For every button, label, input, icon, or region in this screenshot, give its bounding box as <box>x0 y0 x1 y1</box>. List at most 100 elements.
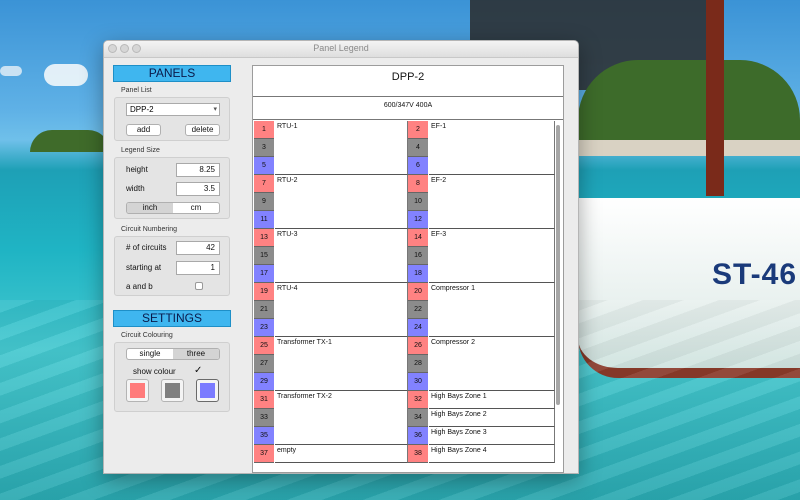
circuit-number: 13 <box>254 229 274 247</box>
circuit-list: 1 3 5 RTU-1 7 9 11 RTU-2 13 15 17 RTU-3 19 21 23 RTU-4 2… <box>253 121 563 472</box>
chevron-down-icon: ▾ <box>213 106 217 113</box>
circuit-number: 21 <box>254 301 274 319</box>
circuit-description[interactable]: High Bays Zone 3 <box>429 427 555 445</box>
num-circuits-field[interactable]: 42 <box>176 241 220 255</box>
circuit-number: 25 <box>254 337 274 355</box>
circuit-description[interactable]: RTU-2 <box>275 175 408 229</box>
a-and-b-checkbox[interactable] <box>195 282 203 290</box>
legend-subtitle: 600/347V 400A <box>253 97 563 120</box>
circuit-description[interactable]: EF-3 <box>429 229 555 283</box>
panel-list-label: Panel List <box>121 87 152 94</box>
cloud-decoration <box>0 66 22 76</box>
shore-decoration <box>578 140 800 156</box>
phase-c-colour-well[interactable] <box>196 379 219 402</box>
circuit-description[interactable]: High Bays Zone 4 <box>429 445 555 463</box>
circuit-number: 11 <box>254 211 274 229</box>
phase-b-colour-well[interactable] <box>161 379 184 402</box>
panel-select-value: DPP-2 <box>130 105 154 114</box>
circuit-description[interactable]: RTU-1 <box>275 121 408 175</box>
panel-list-group: DPP-2 ▾ add delete <box>114 97 230 141</box>
circuit-number: 10 <box>408 193 428 211</box>
circuit-numbering-label: Circuit Numbering <box>121 226 178 233</box>
circuit-number: 24 <box>408 319 428 337</box>
panels-header: PANELS <box>113 65 231 82</box>
settings-header: SETTINGS <box>113 310 231 327</box>
circuit-description[interactable]: High Bays Zone 2 <box>429 409 555 427</box>
island-decoration <box>30 130 110 152</box>
circuit-number: 6 <box>408 157 428 175</box>
circuit-number: 29 <box>254 373 274 391</box>
circuit-number: 9 <box>254 193 274 211</box>
circuit-number: 36 <box>408 427 428 445</box>
starting-at-label: starting at <box>126 263 162 272</box>
circuit-description[interactable]: Compressor 1 <box>429 283 555 337</box>
delete-panel-button[interactable]: delete <box>185 124 220 136</box>
circuit-number: 3 <box>254 139 274 157</box>
circuit-description[interactable]: Transformer TX-1 <box>275 337 408 391</box>
num-circuits-label: # of circuits <box>126 243 167 252</box>
circuit-number: 27 <box>254 355 274 373</box>
circuit-number: 2 <box>408 121 428 139</box>
width-label: width <box>126 184 145 193</box>
legend-scrollbar[interactable] <box>556 125 560 405</box>
trees-decoration <box>578 60 800 152</box>
circuit-description[interactable]: RTU-3 <box>275 229 408 283</box>
circuit-number: 30 <box>408 373 428 391</box>
unit-cm-option[interactable]: cm <box>173 203 219 213</box>
circuit-number: 38 <box>408 445 428 463</box>
circuit-number: 12 <box>408 211 428 229</box>
circuit-number: 35 <box>254 427 274 445</box>
circuit-number: 34 <box>408 409 428 427</box>
circuit-number: 1 <box>254 121 274 139</box>
circuit-description[interactable]: empty <box>275 445 408 463</box>
show-colour-checkbox[interactable]: ✓ <box>194 366 202 376</box>
boat-label: ST-46 <box>712 258 798 291</box>
title-bar[interactable]: Panel Legend <box>104 41 578 58</box>
phase-b-swatch <box>165 383 180 398</box>
circuit-number: 18 <box>408 265 428 283</box>
circuit-description[interactable]: EF-1 <box>429 121 555 175</box>
add-panel-button[interactable]: add <box>126 124 161 136</box>
circuit-description[interactable]: RTU-4 <box>275 283 408 337</box>
colouring-single-option[interactable]: single <box>127 349 173 359</box>
height-field[interactable]: 8.25 <box>176 163 220 177</box>
circuit-colouring-label: Circuit Colouring <box>121 332 173 339</box>
cloud-decoration <box>44 64 88 86</box>
circuit-number: 14 <box>408 229 428 247</box>
circuit-description[interactable]: Compressor 2 <box>429 337 555 391</box>
legend-preview[interactable]: DPP-2 600/347V 400A 1 3 5 RTU-1 7 9 11 RTU-2 13 1… <box>252 65 564 473</box>
phase-c-swatch <box>200 383 215 398</box>
legend-size-label: Legend Size <box>121 147 160 154</box>
legend-title-text: DPP-2 <box>391 71 425 83</box>
colouring-segmented-control[interactable]: single three <box>126 348 220 360</box>
legend-title: DPP-2 <box>253 66 563 97</box>
window-title: Panel Legend <box>313 43 369 53</box>
units-segmented-control[interactable]: inch cm <box>126 202 220 214</box>
colouring-three-option[interactable]: three <box>173 349 219 359</box>
panel-select[interactable]: DPP-2 ▾ <box>126 103 220 116</box>
circuit-number: 23 <box>254 319 274 337</box>
unit-inch-option[interactable]: inch <box>127 203 173 213</box>
phase-a-colour-well[interactable] <box>126 379 149 402</box>
circuit-number: 17 <box>254 265 274 283</box>
circuit-number: 22 <box>408 301 428 319</box>
circuit-description[interactable]: Transformer TX-2 <box>275 391 408 445</box>
circuit-number: 15 <box>254 247 274 265</box>
starting-at-field[interactable]: 1 <box>176 261 220 275</box>
width-field[interactable]: 3.5 <box>176 182 220 196</box>
circuit-number: 8 <box>408 175 428 193</box>
circuit-number: 28 <box>408 355 428 373</box>
show-colour-label: show colour <box>133 367 176 376</box>
phase-a-swatch <box>130 383 145 398</box>
circuit-description[interactable]: EF-2 <box>429 175 555 229</box>
circuit-description[interactable]: High Bays Zone 1 <box>429 391 555 409</box>
circuit-number: 7 <box>254 175 274 193</box>
circuit-number: 5 <box>254 157 274 175</box>
panel-legend-window: Panel Legend PANELS Panel List DPP-2 ▾ a… <box>103 40 579 474</box>
circuit-number: 20 <box>408 283 428 301</box>
a-and-b-label: a and b <box>126 282 153 291</box>
circuit-number: 19 <box>254 283 274 301</box>
circuit-number: 4 <box>408 139 428 157</box>
circuit-number: 33 <box>254 409 274 427</box>
circuit-number: 37 <box>254 445 274 463</box>
